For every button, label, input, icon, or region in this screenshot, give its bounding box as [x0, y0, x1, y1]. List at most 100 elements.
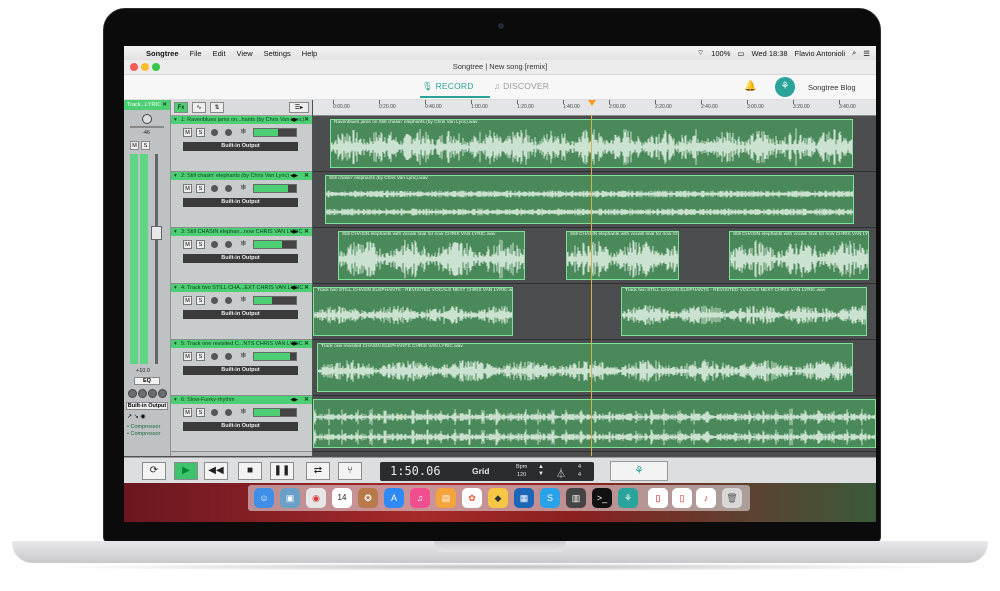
music-file-icon[interactable]: ♪ — [696, 488, 716, 508]
playhead-marker[interactable] — [588, 100, 596, 106]
bell-icon[interactable]: 🔔 — [744, 81, 756, 92]
track-header[interactable]: ▾ 4: Track two STILL CHA...EXT CHRIS VAN … — [171, 284, 312, 340]
spotlight-icon[interactable]: ⌕ — [852, 48, 856, 58]
track-output-select[interactable]: Built-in Output — [183, 254, 298, 263]
track-mute-button[interactable]: M — [183, 240, 192, 249]
track-header[interactable]: ▾ 5: Track one revisited C...NTS CHRIS VA… — [171, 340, 312, 396]
track-solo-button[interactable]: S — [196, 184, 205, 193]
eq-button[interactable]: EQ — [134, 377, 160, 385]
tuner-icon[interactable]: ⑂ — [338, 462, 362, 480]
collapse-icon[interactable]: ▾ — [174, 396, 177, 404]
track-record-button[interactable] — [211, 129, 218, 136]
freeze-icon[interactable]: ❄ — [240, 239, 247, 248]
freeze-icon[interactable]: ❄ — [240, 183, 247, 192]
pdf-icon[interactable]: ▯ — [672, 488, 692, 508]
track-header[interactable]: ▾ 3: Still CHASIN elephan...now CHRIS VAN… — [171, 228, 312, 284]
freeze-icon[interactable]: ❄ — [240, 351, 247, 360]
track-mute-button[interactable]: M — [183, 352, 192, 361]
track-lane[interactable]: Track two STILL CHASIN ELEPHANTS - REVIS… — [313, 284, 876, 340]
track-remove-icon[interactable]: ✕ — [304, 396, 309, 404]
master-output-select[interactable]: Built-in Output — [126, 402, 168, 410]
freeze-icon[interactable]: ❄ — [240, 295, 247, 304]
track-monitor-button[interactable] — [225, 297, 232, 304]
track-output-select[interactable]: Built-in Output — [183, 422, 298, 431]
track-remove-icon[interactable]: ✕ — [304, 228, 309, 236]
trash-icon[interactable]: 🗑 — [722, 488, 742, 508]
track-remove-icon[interactable]: ✕ — [304, 116, 309, 124]
audio-clip[interactable]: Still CHASIN elephants with vocals final… — [338, 231, 525, 280]
play-button[interactable]: ▶ — [174, 462, 198, 480]
master-fader-track[interactable] — [155, 154, 158, 364]
blog-link[interactable]: Songtree Blog — [808, 83, 856, 92]
track-remove-icon[interactable]: ✕ — [304, 340, 309, 348]
wifi-icon[interactable]: ⌔ — [697, 48, 704, 58]
appstore-icon[interactable]: A — [384, 488, 404, 508]
menu-file[interactable]: File — [190, 49, 202, 58]
collapse-icon[interactable]: ▾ — [174, 284, 177, 292]
track-solo-button[interactable]: S — [196, 408, 205, 417]
audio-clip[interactable]: Track one revisited CHASIN ELEPHANTS CHR… — [317, 343, 853, 392]
sketch-icon[interactable]: ◆ — [488, 488, 508, 508]
track-monitor-button[interactable] — [225, 185, 232, 192]
collapse-icon[interactable]: ▾ — [174, 116, 177, 124]
master-solo-button[interactable]: S — [141, 141, 150, 150]
track-record-button[interactable] — [211, 185, 218, 192]
time-signature[interactable]: 44 — [578, 463, 581, 479]
track-arrows-icon[interactable]: ◀▶ — [290, 172, 298, 180]
send-arrow-icon[interactable]: ↗ ↘ ◉ — [127, 413, 146, 420]
tab-record[interactable]: 🎙 RECORD — [422, 81, 474, 92]
virtualbox-icon[interactable]: ▦ — [514, 488, 534, 508]
audio-clip[interactable]: Still chasin' elephants (by Chris Van Ly… — [325, 175, 854, 224]
audio-clip[interactable]: Track two STILL CHASIN ELEPHANTS - REVIS… — [313, 287, 513, 336]
preview-icon[interactable]: ▣ — [280, 488, 300, 508]
plugin-slot-2[interactable]: • Compressor — [127, 431, 160, 437]
battery-icon[interactable]: ▭ — [737, 49, 744, 58]
fx-button[interactable]: Fx — [174, 102, 188, 113]
firefox-icon[interactable]: ✪ — [358, 488, 378, 508]
master-fader-handle[interactable] — [151, 226, 162, 240]
pan-knob[interactable] — [142, 114, 152, 124]
collapse-icon[interactable]: ▾ — [174, 228, 177, 236]
track-header[interactable]: ▾ 6: Slow-Funky-rhythm ✕ ◀▶ M S ❄ Built-in Outp… — [171, 396, 312, 452]
track-lane[interactable] — [313, 396, 876, 452]
track-output-select[interactable]: Built-in Output — [183, 310, 298, 319]
menu-app[interactable]: Songtree — [146, 49, 179, 58]
playhead-line[interactable] — [591, 115, 592, 456]
timeline[interactable]: 0:00.00 0:20.00 0:40.00 1:00.00 1:20.00 1:40.… — [313, 100, 876, 456]
collapse-icon[interactable]: ▾ — [174, 172, 177, 180]
stop-button[interactable]: ■ — [238, 462, 262, 480]
track-lane[interactable]: Still CHASIN elephants with vocals final… — [313, 228, 876, 284]
track-monitor-button[interactable] — [225, 129, 232, 136]
track-volume-meter[interactable] — [253, 352, 297, 361]
track-solo-button[interactable]: S — [196, 240, 205, 249]
track-menu-icon[interactable]: ☰▸ — [289, 102, 309, 113]
track-mute-button[interactable]: M — [183, 408, 192, 417]
tab-discover[interactable]: ♫ DISCOVER — [494, 81, 549, 91]
menu-view[interactable]: View — [237, 49, 253, 58]
track-remove-icon[interactable]: ✕ — [304, 284, 309, 292]
eq-low-knob[interactable] — [128, 389, 137, 398]
zoom-window-button[interactable] — [152, 63, 160, 71]
master-mute-button[interactable]: M — [130, 141, 139, 150]
audio-clip[interactable]: Still CHASIN elephants with vocals final… — [566, 231, 679, 280]
document-icon[interactable]: ▯ — [648, 488, 668, 508]
track-volume-meter[interactable] — [253, 184, 297, 193]
track-lane[interactable]: Track one revisited CHASIN ELEPHANTS CHR… — [313, 340, 876, 396]
eq-mid-knob[interactable] — [138, 389, 147, 398]
plugin-slot-1[interactable]: • Compressor — [127, 424, 160, 430]
songtree-upload-button[interactable]: ⚘ — [610, 461, 668, 481]
freeze-icon[interactable]: ❄ — [240, 127, 247, 136]
menu-help[interactable]: Help — [302, 49, 317, 58]
track-volume-meter[interactable] — [253, 296, 297, 305]
audio-clip[interactable]: Still CHASIN elephants with vocals final… — [729, 231, 869, 280]
finder-icon[interactable]: ☺ — [254, 488, 274, 508]
track-monitor-button[interactable] — [225, 353, 232, 360]
track-volume-meter[interactable] — [253, 240, 297, 249]
eq-high-knob[interactable] — [148, 389, 157, 398]
user-name[interactable]: Flavio Antonioli — [795, 49, 845, 58]
track-header[interactable]: ▾ 2: Still chasin' elephants (by Chris Va… — [171, 172, 312, 228]
grid-toggle[interactable]: Grid — [472, 466, 489, 476]
track-record-button[interactable] — [211, 241, 218, 248]
bpm-stepper-icon[interactable]: ▲ ▼ — [538, 464, 544, 478]
pan-slider-track[interactable] — [130, 126, 164, 128]
